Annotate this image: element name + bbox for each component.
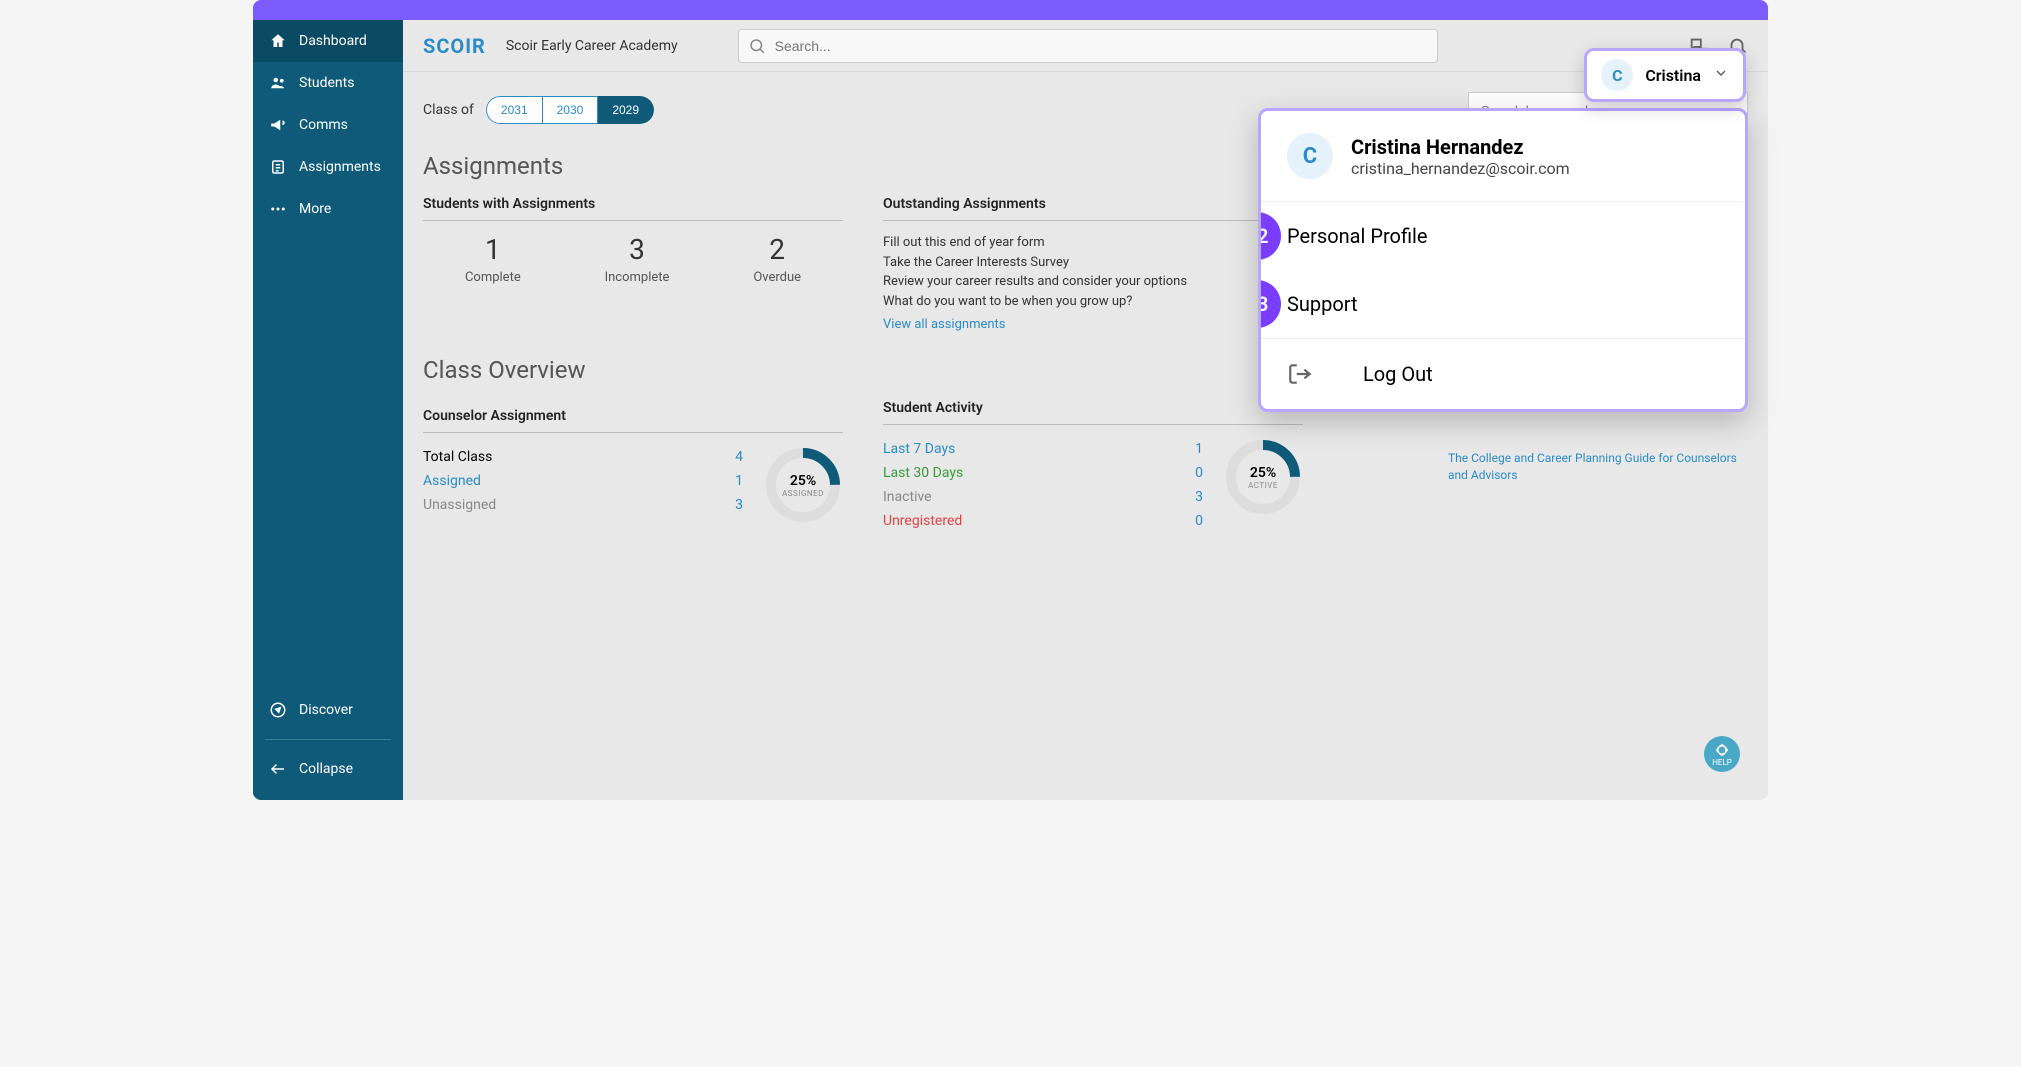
class-year-segmented: 2031 2030 2029 bbox=[486, 96, 654, 124]
stat-num: 1 bbox=[465, 233, 521, 266]
stat-label: Complete bbox=[465, 270, 521, 285]
annotation-badge: 12 bbox=[1258, 212, 1281, 260]
search-icon bbox=[748, 37, 766, 59]
stat-label: Incomplete bbox=[605, 270, 670, 285]
class-of-label: Class of bbox=[423, 102, 474, 118]
row-assigned[interactable]: Assigned1 bbox=[423, 469, 743, 493]
sidebar-item-collapse[interactable]: Collapse bbox=[253, 748, 403, 790]
accent-bar bbox=[253, 0, 1768, 20]
avatar: C bbox=[1287, 133, 1333, 179]
sidebar-item-assignments[interactable]: Assignments bbox=[253, 146, 403, 188]
users-icon bbox=[269, 74, 287, 92]
stat-incomplete: 3 Incomplete bbox=[605, 233, 670, 285]
sidebar-item-label: Students bbox=[299, 75, 354, 91]
sidebar-item-label: More bbox=[299, 201, 331, 217]
notification-link[interactable]: The College and Career Planning Guide fo… bbox=[1448, 451, 1737, 482]
menu-label: Support bbox=[1287, 292, 1358, 316]
logout-icon bbox=[1287, 361, 1313, 387]
sidebar-item-label: Discover bbox=[299, 702, 353, 718]
row-last-30[interactable]: Last 30 Days0 bbox=[883, 461, 1203, 485]
stat-num: 3 bbox=[605, 233, 670, 266]
stat-num: 2 bbox=[753, 233, 801, 266]
sidebar-item-label: Dashboard bbox=[299, 33, 367, 49]
dropdown-header: C Cristina Hernandez cristina_hernandez@… bbox=[1261, 111, 1745, 202]
help-label: HELP bbox=[1712, 758, 1732, 767]
sidebar-item-label: Assignments bbox=[299, 159, 381, 175]
class-year-2029[interactable]: 2029 bbox=[598, 96, 654, 124]
menu-personal-profile[interactable]: 12 Personal Profile bbox=[1261, 202, 1745, 270]
collapse-icon bbox=[269, 760, 287, 778]
row-unregistered[interactable]: Unregistered0 bbox=[883, 509, 1203, 533]
menu-label: Log Out bbox=[1363, 362, 1433, 386]
sidebar-item-comms[interactable]: Comms bbox=[253, 104, 403, 146]
donut-assigned: 25%ASSIGNED bbox=[763, 445, 843, 525]
user-full-name: Cristina Hernandez bbox=[1351, 135, 1570, 159]
counselor-head: Counselor Assignment bbox=[423, 408, 843, 433]
row-last-7[interactable]: Last 7 Days1 bbox=[883, 437, 1203, 461]
sidebar-item-more[interactable]: More bbox=[253, 188, 403, 230]
avatar: C bbox=[1601, 59, 1633, 91]
menu-label: Personal Profile bbox=[1287, 224, 1428, 248]
menu-logout[interactable]: Log Out bbox=[1261, 339, 1745, 409]
sidebar-item-label: Collapse bbox=[299, 761, 353, 777]
stat-label: Overdue bbox=[753, 270, 801, 285]
search-input[interactable] bbox=[738, 29, 1438, 63]
sidebar-item-dashboard[interactable]: Dashboard bbox=[253, 20, 403, 62]
students-with-assignments-head: Students with Assignments bbox=[423, 196, 843, 221]
dots-icon bbox=[269, 200, 287, 218]
user-chip[interactable]: C Cristina bbox=[1584, 48, 1746, 102]
user-email: cristina_hernandez@scoir.com bbox=[1351, 159, 1570, 178]
row-total-class[interactable]: Total Class4 bbox=[423, 445, 743, 469]
annotation-badge: 13 bbox=[1258, 280, 1281, 328]
row-inactive[interactable]: Inactive3 bbox=[883, 485, 1203, 509]
sidebar: Dashboard Students Comms Assignments Mor… bbox=[253, 20, 403, 800]
logo: SCOIR bbox=[423, 34, 486, 58]
class-year-2030[interactable]: 2030 bbox=[543, 96, 599, 124]
menu-support[interactable]: 13 Support bbox=[1261, 270, 1745, 338]
stat-overdue: 2 Overdue bbox=[753, 233, 801, 285]
home-icon bbox=[269, 32, 287, 50]
clipboard-icon bbox=[269, 158, 287, 176]
notification-panel: The College and Career Planning Guide fo… bbox=[1448, 450, 1748, 484]
donut-active: 25%ACTIVE bbox=[1223, 437, 1303, 517]
sidebar-item-discover[interactable]: Discover bbox=[253, 689, 403, 731]
row-unassigned[interactable]: Unassigned3 bbox=[423, 493, 743, 517]
chevron-down-icon bbox=[1713, 65, 1729, 85]
sidebar-item-students[interactable]: Students bbox=[253, 62, 403, 104]
stat-complete: 1 Complete bbox=[465, 233, 521, 285]
class-year-2031[interactable]: 2031 bbox=[486, 96, 543, 124]
compass-icon bbox=[269, 701, 287, 719]
view-all-assignments-link[interactable]: View all assignments bbox=[883, 317, 1006, 332]
sidebar-item-label: Comms bbox=[299, 117, 348, 133]
header: SCOIR Scoir Early Career Academy bbox=[403, 20, 1768, 72]
org-name: Scoir Early Career Academy bbox=[506, 38, 678, 54]
megaphone-icon bbox=[269, 116, 287, 134]
user-dropdown: C Cristina Hernandez cristina_hernandez@… bbox=[1258, 108, 1748, 412]
user-short-name: Cristina bbox=[1645, 66, 1701, 85]
help-button[interactable]: HELP bbox=[1704, 736, 1740, 772]
activity-head: Student Activity bbox=[883, 400, 1303, 425]
divider bbox=[265, 739, 391, 740]
